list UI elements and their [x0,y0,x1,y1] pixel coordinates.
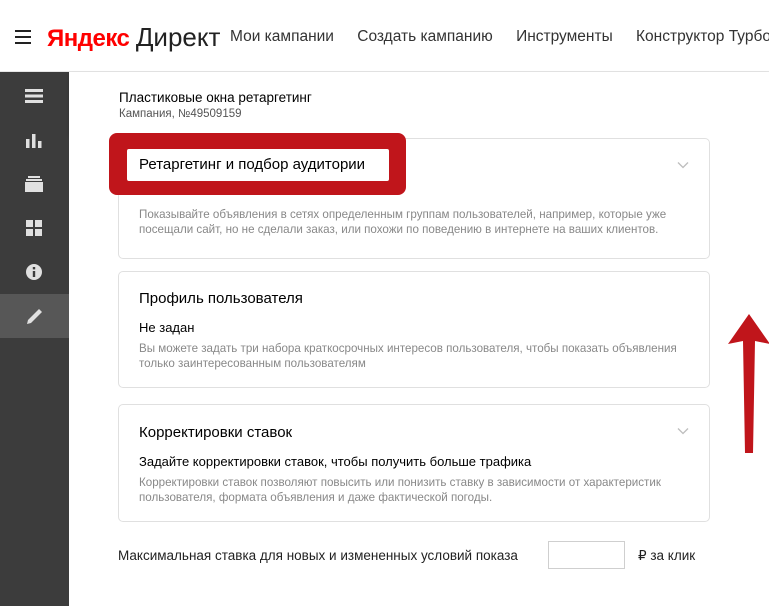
user-profile-description: Вы можете задать три набора краткосрочны… [139,342,677,370]
pencil-icon [27,309,42,324]
max-bid-row: Максимальная ставка для новых и измененн… [118,539,738,569]
bid-adjustments-subtitle: Задайте корректировки ставок, чтобы полу… [139,454,532,469]
bar-chart-icon [26,134,42,148]
user-profile-title: Профиль пользователя [139,290,303,307]
stack-icon [25,176,43,192]
main-area: Пластиковые окна ретаргетинг Кампания, №… [69,72,769,606]
top-header: Яндекс Директ Мои кампании Создать кампа… [0,0,769,72]
grid-icon [26,220,42,236]
retargeting-description: Показывайте объявления в сетях определен… [139,208,667,236]
sidebar-item-archive[interactable] [0,162,69,206]
chevron-down-icon[interactable] [677,425,689,437]
logo-brand: Яндекс [47,25,130,52]
chevron-down-icon[interactable] [677,159,689,171]
bid-adjustments-description: Корректировки ставок позволяют повысить … [139,476,661,504]
max-bid-input[interactable] [548,541,625,569]
sidebar-item-apps[interactable] [0,206,69,250]
bid-adjustments-title: Корректировки ставок [139,424,293,441]
campaign-name: Пластиковые окна ретаргетинг [119,90,312,105]
sidebar-item-statistics[interactable] [0,118,69,162]
yandex-direct-logo[interactable]: Яндекс Директ [47,22,220,52]
nav-my-campaigns[interactable]: Мои кампании [230,28,334,45]
annotation-arrow-icon [728,314,769,453]
menu-icon[interactable] [15,30,31,44]
max-bid-unit: ₽ за клик [638,548,696,563]
nav-tools[interactable]: Инструменты [516,28,613,45]
retargeting-title-box: Ретаргетинг и подбор аудитории [127,149,389,181]
retargeting-title[interactable]: Ретаргетинг и подбор аудитории [139,156,365,173]
sidebar-item-edit[interactable] [0,294,69,338]
sidebar-item-info[interactable] [0,250,69,294]
sidebar-item-list[interactable] [0,74,69,118]
info-icon [26,264,42,280]
user-profile-card[interactable]: Профиль пользователя Не задан Вы можете … [118,271,710,388]
nav-turbo-constructor[interactable]: Конструктор Турбо- [636,28,769,45]
annotation-highlight: Ретаргетинг и подбор аудитории [109,133,406,195]
campaign-header: Пластиковые окна ретаргетинг Кампания, №… [69,72,769,136]
nav-create-campaign[interactable]: Создать кампанию [357,28,492,45]
campaign-id: Кампания, №49509159 [119,108,242,120]
settings-content: Показывайте объявления в сетях определен… [69,133,769,606]
list-icon [25,89,43,103]
user-profile-status: Не задан [139,320,195,335]
sidebar [0,72,69,606]
max-bid-label: Максимальная ставка для новых и измененн… [118,548,518,563]
logo-product: Директ [135,22,221,52]
top-nav: Мои кампании Создать кампанию Инструмент… [230,28,769,46]
bid-adjustments-card[interactable]: Корректировки ставок Задайте корректиров… [118,404,710,522]
